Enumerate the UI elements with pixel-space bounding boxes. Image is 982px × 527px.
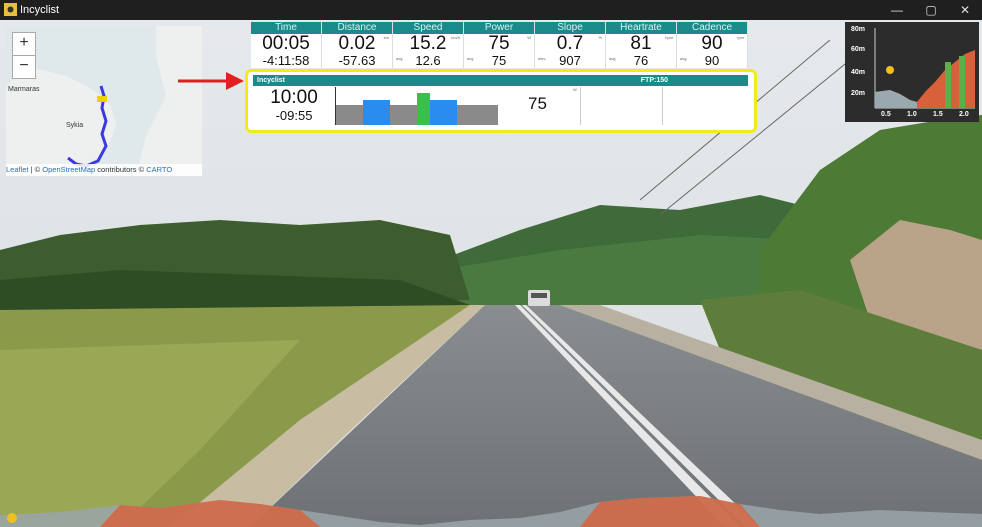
course-profile-strip [0, 496, 982, 527]
window-title: Incyclist [20, 4, 60, 16]
workout-cell-empty-1 [580, 87, 663, 125]
osm-link[interactable]: OpenStreetMap [42, 165, 95, 174]
map-attribution: Leaflet | © OpenStreetMap contributors ©… [6, 164, 202, 176]
zoom-in-button[interactable]: + [12, 32, 36, 56]
workout-name: Incyclist [257, 77, 286, 84]
map-place-sykia: Sykia [66, 122, 84, 129]
power-unit: W [573, 87, 577, 92]
stat-distance: Distance 0.02 -57.63 km [322, 22, 393, 68]
maximize-button[interactable]: ▢ [914, 0, 948, 20]
workout-remaining: -09:55 [275, 108, 313, 123]
title-bar: Incyclist — ▢ ✕ [0, 0, 982, 20]
stat-slope: Slope 0.7 907 % elev. [535, 22, 606, 68]
ftp-label: FTP:150 [640, 77, 668, 84]
close-button[interactable]: ✕ [948, 0, 982, 20]
elevation-profile: 80m 60m 40m 20m 0.5 1.0 1.5 2.0 [845, 22, 979, 122]
stat-time: Time 00:05 -4:11:58 [251, 22, 322, 68]
minimize-button[interactable]: — [880, 0, 914, 20]
target-power: 75 [528, 94, 547, 113]
stat-cadence: Cadence 90 90 rpm avg [677, 22, 748, 68]
stat-speed: Speed 15.2 12.6 km/h avg [393, 22, 464, 68]
workout-header: Incyclist FTP:150 [253, 75, 748, 86]
workout-time: 10:00 [270, 87, 318, 108]
map-place-marmaras: Marmaras [8, 86, 40, 93]
interval-bar-3 [430, 100, 457, 125]
zoom-out-button[interactable]: − [12, 55, 36, 79]
carto-link[interactable]: CARTO [146, 165, 172, 174]
leaflet-link[interactable]: Leaflet [6, 165, 29, 174]
stat-power: Power 75 75 W avg [464, 22, 535, 68]
route-map[interactable]: Marmaras Sykia + − Leaflet | © OpenStree… [6, 26, 202, 176]
workout-interval-graph [335, 87, 498, 125]
app-icon [4, 3, 17, 16]
red-arrow-icon [178, 72, 244, 90]
interval-bar-2 [417, 93, 430, 125]
workout-cell-empty-2 [662, 87, 749, 125]
workout-panel: Incyclist FTP:150 10:00 -09:55 75 W [245, 69, 757, 133]
ride-stats-table: Time 00:05 -4:11:58 Distance 0.02 -57.63… [251, 22, 748, 68]
stat-heartrate: Heartrate 81 76 bpm avg [606, 22, 677, 68]
interval-bar-1 [363, 100, 390, 125]
